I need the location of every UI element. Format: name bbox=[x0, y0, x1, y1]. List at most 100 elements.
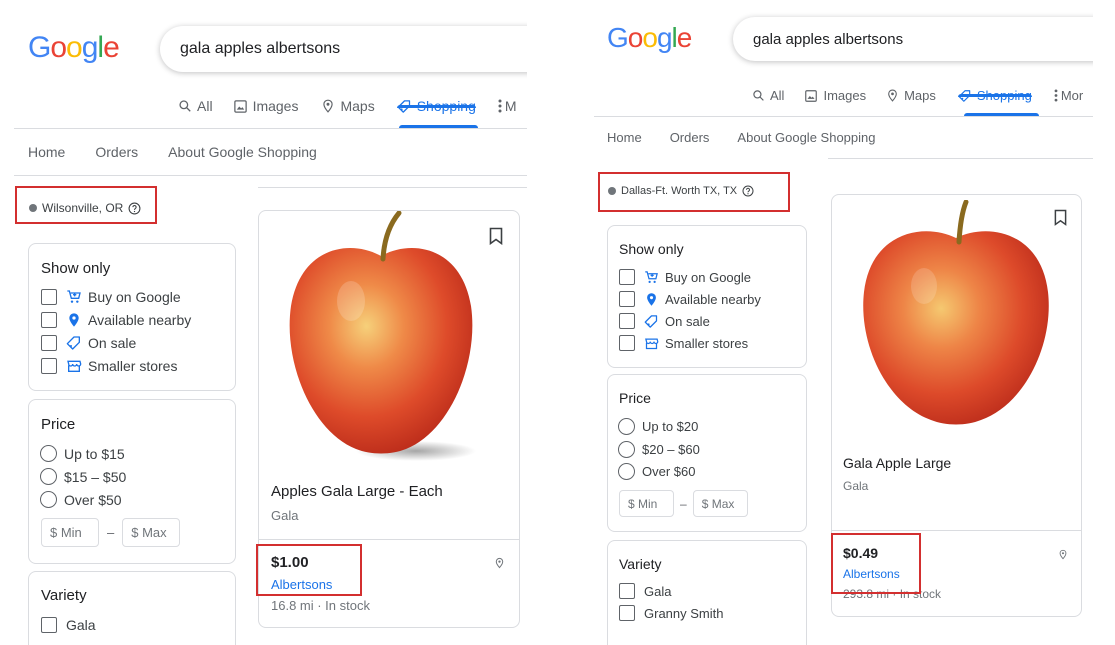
location-pin-icon bbox=[494, 556, 505, 575]
price-option-3[interactable]: Over $50 bbox=[40, 491, 122, 508]
search-input[interactable]: gala apples albertsons bbox=[733, 17, 1093, 61]
checkbox[interactable] bbox=[619, 605, 635, 621]
price-range: $ Min – $ Max bbox=[619, 490, 748, 517]
radio[interactable] bbox=[40, 491, 57, 508]
price-max-input[interactable]: $ Max bbox=[122, 518, 181, 547]
price-highlight-box bbox=[256, 544, 362, 596]
tag-icon bbox=[66, 335, 82, 351]
price-title: Price bbox=[619, 390, 651, 406]
checkbox[interactable] bbox=[41, 289, 57, 305]
search-query: gala apples albertsons bbox=[180, 40, 341, 57]
subnav-home[interactable]: Home bbox=[28, 144, 65, 160]
location-pin-icon bbox=[1058, 548, 1068, 566]
price-option-3[interactable]: Over $60 bbox=[618, 463, 695, 480]
tab-shopping[interactable]: Shopping bbox=[957, 88, 1032, 103]
apple-product-image[interactable] bbox=[856, 200, 1056, 435]
price-min-input[interactable]: $ Min bbox=[41, 518, 99, 547]
right-screenshot-panel: Google gala apples albertsons All Images… bbox=[580, 0, 1093, 645]
price-option-1[interactable]: Up to $15 bbox=[40, 445, 125, 462]
product-title[interactable]: Apples Gala Large - Each bbox=[271, 483, 443, 500]
radio[interactable] bbox=[40, 468, 57, 485]
tab-all[interactable]: All bbox=[752, 88, 784, 103]
filter-on-sale[interactable]: On sale bbox=[619, 313, 710, 329]
price-option-2[interactable]: $15 – $50 bbox=[40, 468, 126, 485]
checkbox[interactable] bbox=[619, 335, 635, 351]
location-highlight-box bbox=[598, 172, 790, 212]
tab-all[interactable]: All bbox=[178, 98, 213, 114]
checkbox[interactable] bbox=[41, 617, 57, 633]
variety-filter bbox=[28, 571, 236, 645]
checkbox[interactable] bbox=[41, 358, 57, 374]
price-option-2[interactable]: $20 – $60 bbox=[618, 441, 700, 458]
cart-icon bbox=[644, 270, 659, 285]
filter-smaller-stores[interactable]: Smaller stores bbox=[41, 358, 177, 374]
radio[interactable] bbox=[618, 441, 635, 458]
price-max-input[interactable]: $ Max bbox=[692, 490, 748, 517]
apple-product-image[interactable] bbox=[281, 211, 481, 466]
variety-title: Variety bbox=[41, 587, 87, 604]
left-screenshot-panel: Google gala apples albertsons All Images… bbox=[0, 0, 527, 645]
card-divider bbox=[259, 539, 519, 540]
image-icon bbox=[804, 89, 818, 103]
subnav-home[interactable]: Home bbox=[607, 130, 642, 145]
checkbox[interactable] bbox=[41, 312, 57, 328]
tab-images[interactable]: Images bbox=[804, 88, 866, 103]
tab-more[interactable]: Mor bbox=[1054, 88, 1083, 103]
more-vert-icon bbox=[498, 99, 502, 113]
shopping-subnav: Home Orders About Google Shopping bbox=[28, 144, 317, 160]
filter-on-sale[interactable]: On sale bbox=[41, 335, 136, 351]
variety-title: Variety bbox=[619, 556, 662, 572]
price-title: Price bbox=[41, 416, 76, 433]
tab-more[interactable]: M bbox=[498, 98, 517, 114]
price-range: $ Min – $ Max bbox=[41, 518, 181, 547]
subnav-about[interactable]: About Google Shopping bbox=[737, 130, 875, 145]
show-only-title: Show only bbox=[619, 241, 684, 257]
map-pin-icon bbox=[886, 88, 899, 103]
filter-available-nearby[interactable]: Available nearby bbox=[41, 312, 191, 328]
radio[interactable] bbox=[618, 418, 635, 435]
filter-buy-on-google[interactable]: Buy on Google bbox=[619, 269, 751, 285]
header-divider bbox=[594, 116, 1093, 117]
variety-gala[interactable]: Gala bbox=[619, 583, 671, 599]
checkbox[interactable] bbox=[619, 313, 635, 329]
product-brand: Gala bbox=[271, 508, 299, 523]
bookmark-icon[interactable] bbox=[489, 227, 503, 250]
subnav-divider bbox=[14, 175, 527, 176]
filter-buy-on-google[interactable]: Buy on Google bbox=[41, 289, 181, 305]
checkbox[interactable] bbox=[41, 335, 57, 351]
location-pin-icon bbox=[66, 312, 82, 328]
variety-granny-smith[interactable]: Granny Smith bbox=[619, 605, 723, 621]
store-icon bbox=[644, 336, 659, 351]
google-logo[interactable]: Google bbox=[607, 22, 692, 54]
search-icon bbox=[752, 89, 765, 102]
price-min-input[interactable]: $ Min bbox=[619, 490, 674, 517]
results-divider bbox=[258, 187, 527, 188]
variety-gala[interactable]: Gala bbox=[41, 617, 96, 633]
tab-shopping[interactable]: Shopping bbox=[396, 98, 477, 114]
price-option-1[interactable]: Up to $20 bbox=[618, 418, 698, 435]
google-logo[interactable]: Google bbox=[28, 31, 120, 65]
checkbox[interactable] bbox=[619, 269, 635, 285]
filter-available-nearby[interactable]: Available nearby bbox=[619, 291, 761, 307]
stock-info: 16.8 mi · In stock bbox=[271, 598, 370, 613]
checkbox[interactable] bbox=[619, 583, 635, 599]
tab-images[interactable]: Images bbox=[233, 98, 298, 114]
subnav-orders[interactable]: Orders bbox=[670, 130, 710, 145]
location-highlight-box bbox=[15, 186, 157, 224]
subnav-divider bbox=[828, 158, 1093, 159]
radio[interactable] bbox=[40, 445, 57, 462]
bookmark-icon[interactable] bbox=[1054, 209, 1067, 231]
search-query: gala apples albertsons bbox=[753, 30, 904, 48]
tab-maps[interactable]: Maps bbox=[321, 98, 375, 114]
product-title[interactable]: Gala Apple Large bbox=[843, 455, 951, 471]
card-divider bbox=[832, 530, 1081, 531]
filter-smaller-stores[interactable]: Smaller stores bbox=[619, 335, 748, 351]
store-icon bbox=[66, 358, 82, 374]
radio[interactable] bbox=[618, 463, 635, 480]
subnav-orders[interactable]: Orders bbox=[95, 144, 138, 160]
subnav-about[interactable]: About Google Shopping bbox=[168, 144, 317, 160]
checkbox[interactable] bbox=[619, 291, 635, 307]
tab-maps[interactable]: Maps bbox=[886, 88, 936, 103]
search-input[interactable]: gala apples albertsons bbox=[160, 26, 527, 72]
more-vert-icon bbox=[1054, 89, 1058, 102]
